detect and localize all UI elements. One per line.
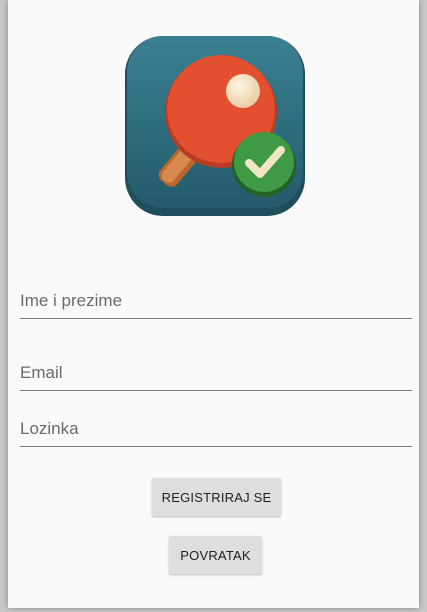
password-input[interactable] bbox=[20, 412, 412, 446]
email-field[interactable] bbox=[20, 356, 412, 391]
ball-icon bbox=[226, 74, 260, 108]
password-field[interactable] bbox=[20, 412, 412, 447]
register-button[interactable]: REGISTRIRAJ SE bbox=[152, 478, 281, 516]
register-screen: REGISTRIRAJ SE POVRATAK bbox=[8, 0, 419, 608]
email-input[interactable] bbox=[20, 356, 412, 390]
ping-pong-logo-icon bbox=[125, 36, 305, 216]
full-name-field[interactable] bbox=[20, 284, 412, 319]
full-name-input[interactable] bbox=[20, 284, 412, 318]
back-button[interactable]: POVRATAK bbox=[169, 536, 262, 574]
